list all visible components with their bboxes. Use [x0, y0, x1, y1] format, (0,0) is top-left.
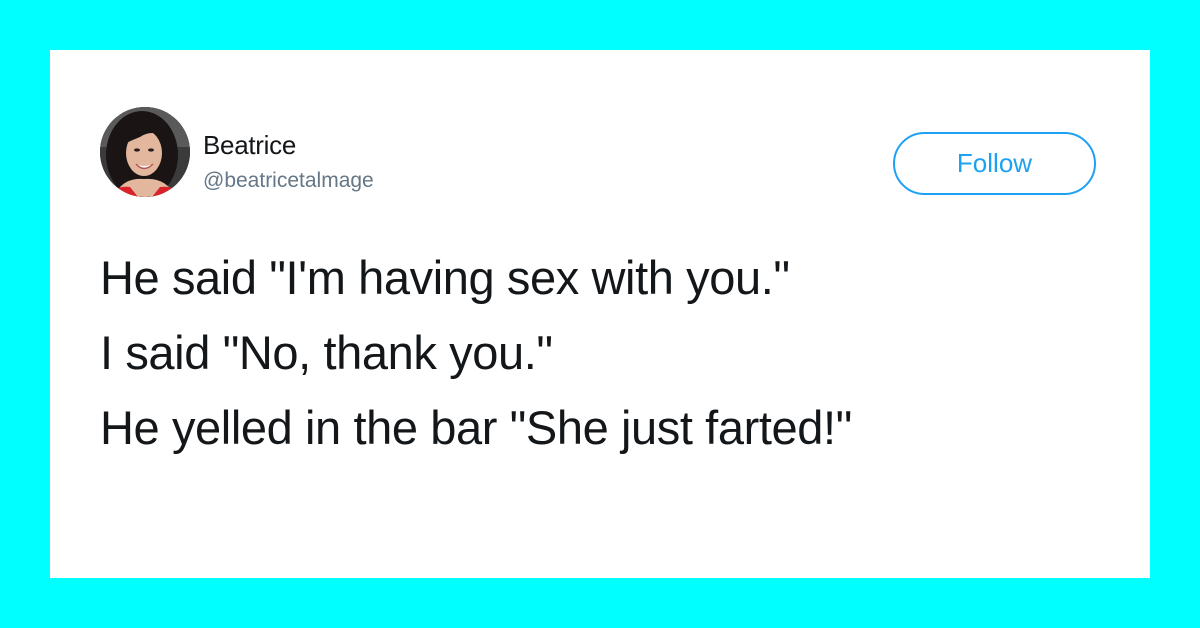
- profile-photo-icon: [100, 107, 190, 197]
- tweet-line: He said "I'm having sex with you.": [100, 251, 790, 304]
- username-handle[interactable]: @beatricetalmage: [203, 168, 374, 194]
- tweet-text: He said "I'm having sex with you." I sai…: [100, 240, 1110, 465]
- tweet-line: He yelled in the bar "She just farted!": [100, 401, 852, 454]
- follow-button[interactable]: Follow: [893, 132, 1096, 195]
- tweet-card: Beatrice @beatricetalmage Follow He said…: [50, 50, 1150, 578]
- display-name[interactable]: Beatrice: [203, 130, 296, 160]
- tweet-line: I said "No, thank you.": [100, 326, 553, 379]
- avatar[interactable]: [100, 107, 190, 197]
